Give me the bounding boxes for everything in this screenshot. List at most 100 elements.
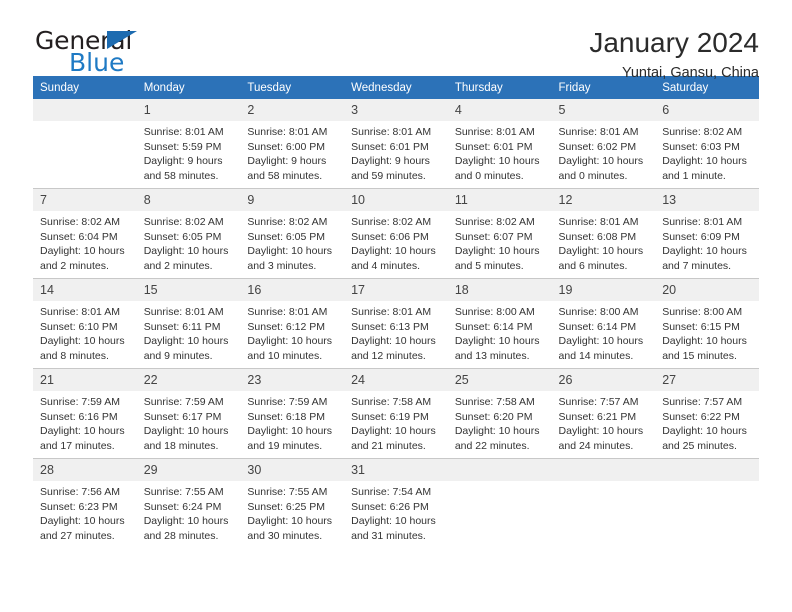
day-cell[interactable]: 20 Sunrise: 8:00 AM Sunset: 6:15 PM Dayl… — [655, 278, 759, 369]
day-cell[interactable]: 4 Sunrise: 8:01 AM Sunset: 6:01 PM Dayli… — [447, 99, 552, 189]
day-number: 24 — [344, 369, 448, 391]
sunrise-text: Sunrise: 7:59 AM — [247, 396, 328, 408]
daylight-text-line2: and 58 minutes. — [143, 169, 219, 182]
day-cell[interactable]: 16 Sunrise: 8:01 AM Sunset: 6:12 PM Dayl… — [240, 278, 345, 369]
sunrise-text: Sunrise: 8:02 AM — [247, 216, 328, 228]
day-cell[interactable]: 7 Sunrise: 8:02 AM Sunset: 6:04 PM Dayli… — [33, 188, 137, 279]
page-header: General Blue January 2024 Yuntai, Gansu,… — [33, 0, 759, 81]
day-details: Sunrise: 7:58 AM Sunset: 6:20 PM Dayligh… — [448, 391, 552, 453]
day-details: Sunrise: 8:01 AM Sunset: 6:02 PM Dayligh… — [552, 121, 656, 183]
day-details: Sunrise: 7:59 AM Sunset: 6:18 PM Dayligh… — [240, 391, 344, 453]
daylight-text-line2: and 22 minutes. — [454, 439, 530, 452]
daylight-text-line2: and 25 minutes. — [662, 439, 737, 452]
calendar-table: Sunday Monday Tuesday Wednesday Thursday… — [33, 76, 759, 548]
day-number — [551, 459, 656, 481]
day-number: 31 — [344, 459, 448, 481]
day-cell[interactable]: 9 Sunrise: 8:02 AM Sunset: 6:05 PM Dayli… — [240, 188, 345, 279]
day-cell[interactable]: 30 Sunrise: 7:55 AM Sunset: 6:25 PM Dayl… — [240, 458, 345, 548]
day-number: 20 — [655, 279, 759, 301]
day-cell — [551, 458, 656, 548]
day-details: Sunrise: 8:02 AM Sunset: 6:04 PM Dayligh… — [33, 211, 137, 273]
day-cell[interactable]: 11 Sunrise: 8:02 AM Sunset: 6:07 PM Dayl… — [447, 188, 552, 279]
day-number: 6 — [655, 99, 759, 121]
day-cell[interactable]: 10 Sunrise: 8:02 AM Sunset: 6:06 PM Dayl… — [344, 188, 448, 279]
day-cell[interactable]: 8 Sunrise: 8:02 AM Sunset: 6:05 PM Dayli… — [136, 188, 241, 279]
day-details: Sunrise: 8:02 AM Sunset: 6:03 PM Dayligh… — [655, 121, 759, 183]
general-blue-logo[interactable]: General Blue — [35, 28, 235, 80]
daylight-text-line1: Daylight: 10 hours — [662, 155, 747, 168]
daylight-text-line2: and 19 minutes. — [247, 439, 323, 452]
day-number: 26 — [551, 369, 656, 391]
day-number: 8 — [136, 189, 241, 211]
day-cell[interactable]: 24 Sunrise: 7:58 AM Sunset: 6:19 PM Dayl… — [344, 368, 448, 459]
day-details: Sunrise: 7:55 AM Sunset: 6:25 PM Dayligh… — [240, 481, 344, 543]
day-cell[interactable]: 27 Sunrise: 7:57 AM Sunset: 6:22 PM Dayl… — [655, 368, 759, 459]
daylight-text-line2: and 0 minutes. — [558, 169, 628, 182]
day-number: 11 — [447, 189, 552, 211]
day-cell[interactable]: 5 Sunrise: 8:01 AM Sunset: 6:02 PM Dayli… — [551, 99, 656, 189]
daylight-text-line2: and 59 minutes. — [351, 169, 426, 182]
day-cell[interactable]: 21 Sunrise: 7:59 AM Sunset: 6:16 PM Dayl… — [33, 368, 137, 459]
sunset-text: Sunset: 6:13 PM — [351, 320, 429, 333]
daylight-text-line1: Daylight: 10 hours — [40, 245, 125, 258]
sunrise-text: Sunrise: 8:02 AM — [662, 126, 743, 138]
day-cell[interactable]: 29 Sunrise: 7:55 AM Sunset: 6:24 PM Dayl… — [136, 458, 241, 548]
sunset-text: Sunset: 6:01 PM — [454, 140, 533, 153]
sunrise-text: Sunrise: 7:57 AM — [558, 396, 639, 408]
daylight-text-line1: Daylight: 10 hours — [351, 335, 436, 348]
day-cell[interactable]: 25 Sunrise: 7:58 AM Sunset: 6:20 PM Dayl… — [447, 368, 552, 459]
daylight-text-line2: and 4 minutes. — [351, 259, 420, 272]
day-cell[interactable]: 28 Sunrise: 7:56 AM Sunset: 6:23 PM Dayl… — [33, 458, 137, 548]
day-details: Sunrise: 8:01 AM Sunset: 6:08 PM Dayligh… — [552, 211, 656, 273]
daylight-text-line2: and 10 minutes. — [247, 349, 323, 362]
sunrise-text: Sunrise: 7:58 AM — [454, 396, 535, 408]
daylight-text-line2: and 18 minutes. — [143, 439, 219, 452]
day-cell[interactable]: 12 Sunrise: 8:01 AM Sunset: 6:08 PM Dayl… — [551, 188, 656, 279]
day-number: 28 — [33, 459, 137, 481]
day-number — [655, 459, 759, 481]
day-cell[interactable]: 1 Sunrise: 8:01 AM Sunset: 5:59 PM Dayli… — [136, 99, 241, 189]
daylight-text-line1: Daylight: 10 hours — [454, 245, 540, 258]
sunrise-text: Sunrise: 8:01 AM — [143, 306, 224, 318]
day-details: Sunrise: 8:00 AM Sunset: 6:14 PM Dayligh… — [552, 301, 656, 363]
day-cell[interactable]: 17 Sunrise: 8:01 AM Sunset: 6:13 PM Dayl… — [344, 278, 448, 369]
sunrise-text: Sunrise: 8:01 AM — [247, 126, 328, 138]
daylight-text-line2: and 58 minutes. — [247, 169, 323, 182]
sunset-text: Sunset: 6:06 PM — [351, 230, 429, 243]
daylight-text-line2: and 0 minutes. — [454, 169, 524, 182]
week-row: 14 Sunrise: 8:01 AM Sunset: 6:10 PM Dayl… — [33, 278, 759, 369]
day-cell[interactable]: 31 Sunrise: 7:54 AM Sunset: 6:26 PM Dayl… — [344, 458, 448, 548]
daylight-text-line1: Daylight: 10 hours — [351, 245, 436, 258]
day-number: 3 — [344, 99, 448, 121]
sunset-text: Sunset: 6:26 PM — [351, 500, 429, 513]
day-cell[interactable]: 23 Sunrise: 7:59 AM Sunset: 6:18 PM Dayl… — [240, 368, 345, 459]
title-block: January 2024 Yuntai, Gansu, China — [589, 26, 759, 83]
daylight-text-line1: Daylight: 10 hours — [40, 515, 125, 528]
day-cell[interactable]: 22 Sunrise: 7:59 AM Sunset: 6:17 PM Dayl… — [136, 368, 241, 459]
page-subtitle: Yuntai, Gansu, China — [621, 65, 759, 81]
day-cell[interactable]: 6 Sunrise: 8:02 AM Sunset: 6:03 PM Dayli… — [655, 99, 759, 189]
sunrise-text: Sunrise: 7:57 AM — [662, 396, 743, 408]
page-title: January 2024 — [589, 27, 759, 58]
daylight-text-line1: Daylight: 10 hours — [351, 515, 436, 528]
sunset-text: Sunset: 6:03 PM — [662, 140, 740, 153]
day-cell[interactable]: 13 Sunrise: 8:01 AM Sunset: 6:09 PM Dayl… — [655, 188, 759, 279]
day-number: 18 — [447, 279, 552, 301]
day-cell[interactable]: 26 Sunrise: 7:57 AM Sunset: 6:21 PM Dayl… — [551, 368, 656, 459]
day-number: 22 — [136, 369, 241, 391]
day-details: Sunrise: 8:01 AM Sunset: 6:12 PM Dayligh… — [240, 301, 344, 363]
day-details: Sunrise: 8:01 AM Sunset: 5:59 PM Dayligh… — [137, 121, 241, 183]
day-cell[interactable]: 15 Sunrise: 8:01 AM Sunset: 6:11 PM Dayl… — [136, 278, 241, 369]
sunset-text: Sunset: 6:20 PM — [454, 410, 533, 423]
day-cell[interactable]: 19 Sunrise: 8:00 AM Sunset: 6:14 PM Dayl… — [551, 278, 656, 369]
day-details: Sunrise: 8:01 AM Sunset: 6:11 PM Dayligh… — [137, 301, 241, 363]
daylight-text-line2: and 24 minutes. — [558, 439, 634, 452]
sunset-text: Sunset: 6:23 PM — [40, 500, 118, 513]
daylight-text-line1: Daylight: 10 hours — [558, 245, 644, 258]
sunrise-text: Sunrise: 8:01 AM — [454, 126, 535, 138]
sunset-text: Sunset: 6:14 PM — [454, 320, 533, 333]
day-cell[interactable]: 2 Sunrise: 8:01 AM Sunset: 6:00 PM Dayli… — [240, 99, 345, 189]
day-cell[interactable]: 18 Sunrise: 8:00 AM Sunset: 6:14 PM Dayl… — [447, 278, 552, 369]
day-cell[interactable]: 14 Sunrise: 8:01 AM Sunset: 6:10 PM Dayl… — [33, 278, 137, 369]
day-cell[interactable]: 3 Sunrise: 8:01 AM Sunset: 6:01 PM Dayli… — [344, 99, 448, 189]
